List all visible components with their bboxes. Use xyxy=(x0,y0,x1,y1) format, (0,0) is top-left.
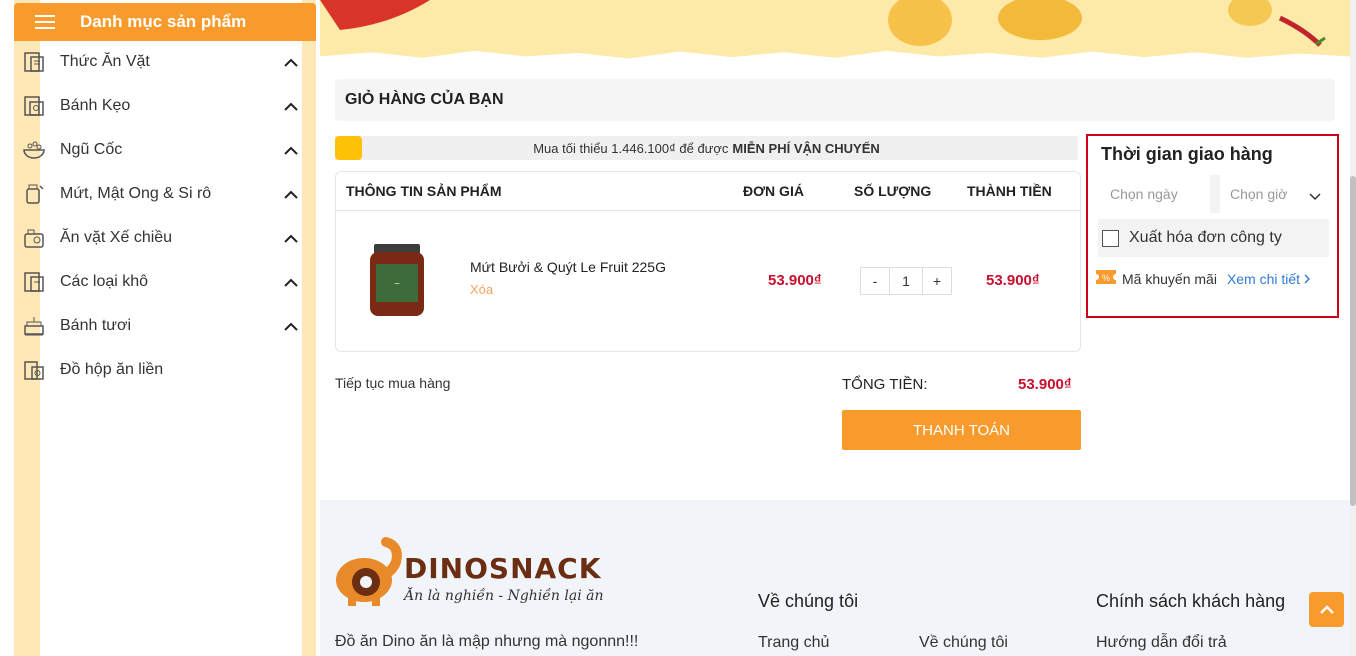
invoice-checkbox[interactable] xyxy=(1102,229,1119,247)
snack-icon xyxy=(14,50,54,74)
delivery-date-select[interactable]: Chọn ngày xyxy=(1098,175,1210,213)
category-menu-title: Danh mục sản phẩm xyxy=(80,12,247,31)
total-label: TỔNG TIỀN: xyxy=(842,376,928,393)
qty-increase-button[interactable]: + xyxy=(923,268,951,294)
sidebar-item-banh-keo[interactable]: Bánh Kẹo xyxy=(14,84,316,128)
cart-table: THÔNG TIN SẢN PHẨM ĐƠN GIÁ SỐ LƯỢNG THÀN… xyxy=(335,171,1081,352)
promo-text: Mua tối thiểu 1.446.100₫ để được xyxy=(533,140,729,156)
free-shipping-progress: Mua tối thiểu 1.446.100₫ để được MIỄN PH… xyxy=(335,136,1078,160)
delivery-title: Thời gian giao hàng xyxy=(1101,144,1273,164)
progress-fill xyxy=(335,136,362,160)
row-subtotal: 53.900₫ xyxy=(986,272,1040,289)
chevron-up-icon[interactable] xyxy=(276,190,306,199)
brand-tagline: Ăn là nghiền - Nghiền lại ăn xyxy=(404,588,604,604)
cart-table-header: THÔNG TIN SẢN PHẨM ĐƠN GIÁ SỐ LƯỢNG THÀN… xyxy=(336,172,1080,211)
total-value: 53.900₫ xyxy=(1018,376,1072,393)
sidebar-item-ngu-coc[interactable]: Ngũ Cốc xyxy=(14,128,316,172)
delivery-time-panel: Thời gian giao hàng Chọn ngày Chọn giờ X… xyxy=(1086,134,1339,318)
sidebar-item-label: Mứt, Mật Ong & Si rô xyxy=(60,185,212,202)
chevron-up-icon[interactable] xyxy=(276,234,306,243)
col-subtotal-header: THÀNH TIỀN xyxy=(967,183,1052,199)
sidebar-item-label: Bánh Kẹo xyxy=(60,97,131,114)
remove-item-link[interactable]: Xóa xyxy=(470,282,493,297)
afternoon-snack-icon xyxy=(14,226,54,250)
chevron-up-icon[interactable] xyxy=(276,146,306,155)
footer-link-home[interactable]: Trang chủ xyxy=(758,634,829,652)
continue-shopping-link[interactable]: Tiếp tục mua hàng xyxy=(335,375,450,391)
coupon-row: % Mã khuyến mãi Xem chi tiết xyxy=(1093,270,1311,287)
invoice-label: Xuất hóa đơn công ty xyxy=(1129,229,1282,246)
chevron-down-icon xyxy=(1309,188,1321,204)
scrollbar-thumb[interactable] xyxy=(1350,176,1356,506)
footer-link-returns[interactable]: Hướng dẫn đổi trả xyxy=(1096,634,1227,652)
coupon-label: Mã khuyến mãi xyxy=(1122,270,1217,287)
coupon-icon: % xyxy=(1093,270,1119,287)
footer-policy-title: Chính sách khách hàng xyxy=(1096,591,1286,611)
sidebar-item-thuc-an-vat[interactable]: Thức Ăn Vặt xyxy=(14,40,316,84)
cereal-bowl-icon xyxy=(14,138,54,162)
delivery-select-row: Chọn ngày Chọn giờ xyxy=(1098,175,1329,213)
delivery-time-select[interactable]: Chọn giờ xyxy=(1220,175,1329,213)
dinosnack-logo-icon[interactable] xyxy=(334,536,404,613)
category-menu-header[interactable]: Danh mục sản phẩm xyxy=(14,3,316,41)
site-footer: DINOSNACK Ăn là nghiền - Nghiền lại ăn Đ… xyxy=(320,500,1350,656)
chevron-up-icon xyxy=(1319,601,1335,619)
product-name[interactable]: Mứt Bưởi & Quýt Le Fruit 225G xyxy=(470,259,666,275)
cake-icon xyxy=(14,314,54,338)
brand-name[interactable]: DINOSNACK xyxy=(404,552,601,585)
dried-food-icon xyxy=(14,270,54,294)
sidebar-item-label: Ngũ Cốc xyxy=(60,141,123,158)
sidebar-item-an-vat-xe-chieu[interactable]: Ăn vặt Xế chiều xyxy=(14,216,316,260)
col-unit-price-header: ĐƠN GIÁ xyxy=(743,183,804,199)
footer-tagline: Đồ ăn Dino ăn là mập nhưng mà ngonnn!!! xyxy=(335,633,639,650)
sidebar-item-label: Bánh tươi xyxy=(60,317,132,334)
col-product-header: THÔNG TIN SẢN PHẨM xyxy=(346,183,502,199)
sidebar-item-label: Thức Ăn Vặt xyxy=(60,53,150,70)
footer-link-about[interactable]: Về chúng tôi xyxy=(919,634,1008,652)
footer-about-title: Về chúng tôi xyxy=(758,591,859,611)
candy-icon xyxy=(14,94,54,118)
coupon-details-link[interactable]: Xem chi tiết xyxy=(1227,271,1300,287)
sidebar-item-mut-mat-ong[interactable]: Mứt, Mật Ong & Si rô xyxy=(14,172,316,216)
quantity-stepper: - 1 + xyxy=(860,267,952,295)
sidebar-item-label: Đồ hộp ăn liền xyxy=(60,361,164,378)
chevron-up-icon[interactable] xyxy=(276,278,306,287)
chevron-up-icon[interactable] xyxy=(276,58,306,67)
unit-price: 53.900₫ xyxy=(768,272,822,289)
cart-banner-image xyxy=(320,0,1350,62)
svg-text:~: ~ xyxy=(394,279,401,288)
chevron-up-icon[interactable] xyxy=(276,322,306,331)
canned-food-icon xyxy=(14,358,54,382)
cart-title: GIỎ HÀNG CỦA BẠN xyxy=(335,79,1335,121)
chevron-right-icon[interactable] xyxy=(1304,271,1311,287)
sidebar-item-cac-loai-kho[interactable]: Các loại khô xyxy=(14,260,316,304)
chevron-up-icon[interactable] xyxy=(276,102,306,111)
col-quantity-header: SỐ LƯỢNG xyxy=(854,183,932,199)
page-scrollbar[interactable] xyxy=(1350,0,1356,656)
qty-decrease-button[interactable]: - xyxy=(861,268,889,294)
hamburger-menu-icon[interactable] xyxy=(35,15,55,29)
sidebar-item-label: Các loại khô xyxy=(60,273,149,290)
qty-input[interactable]: 1 xyxy=(889,268,923,294)
checkout-button[interactable]: THANH TOÁN xyxy=(842,410,1081,450)
svg-text:%: % xyxy=(1102,273,1110,283)
delivery-time-placeholder: Chọn giờ xyxy=(1230,186,1288,202)
sidebar-item-label: Ăn vặt Xế chiều xyxy=(60,229,173,246)
back-to-top-button[interactable] xyxy=(1309,592,1344,627)
sidebar-item-do-hop-an-lien[interactable]: Đồ hộp ăn liền xyxy=(14,348,316,392)
sidebar-item-banh-tuoi[interactable]: Bánh tươi xyxy=(14,304,316,348)
product-image[interactable]: ~ xyxy=(366,242,428,320)
honey-jar-icon xyxy=(14,182,54,206)
promo-bold-text: MIỄN PHÍ VẬN CHUYỂN xyxy=(732,140,880,156)
company-invoice-option[interactable]: Xuất hóa đơn công ty xyxy=(1098,219,1329,257)
